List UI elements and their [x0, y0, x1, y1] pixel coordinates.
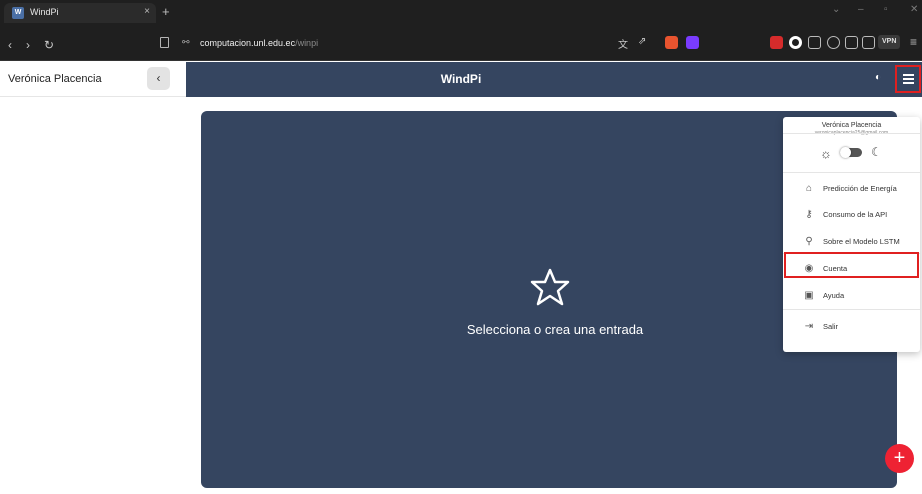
- address-bar[interactable]: ⚯ computacion.unl.edu.ec/winpi: [178, 34, 708, 54]
- menu-divider: [783, 309, 920, 310]
- moon-icon: ☾: [871, 145, 882, 159]
- address-text: computacion.unl.edu.ec/winpi: [200, 38, 318, 48]
- browser-window: W WindPi × + ⌄ – ▫ ✕ ‹ › ↻ ⚯ computacion…: [0, 0, 922, 494]
- menu-item-modelo-lstm[interactable]: ⚲ Sobre el Modelo LSTM: [783, 231, 920, 253]
- tab-search-icon[interactable]: ⌄: [832, 4, 840, 15]
- key-icon: ⚷: [805, 209, 813, 220]
- home-icon: ⌂: [805, 183, 813, 194]
- wallet-icon[interactable]: [862, 36, 875, 49]
- menu-item-ayuda[interactable]: ▣ Ayuda: [783, 285, 920, 307]
- menu-user-name: Verónica Placencia: [821, 122, 882, 129]
- logout-icon: ⇥: [804, 321, 814, 332]
- hamburger-line: [903, 78, 914, 80]
- maximize-icon[interactable]: ▫: [884, 4, 888, 15]
- menu-item-label: Consumo de la API: [823, 210, 888, 219]
- theme-switch-row: ☼ ☾: [783, 145, 920, 161]
- tab-strip: W WindPi × + ⌄ – ▫ ✕: [0, 0, 922, 23]
- site-settings-icon[interactable]: ⚯: [182, 37, 190, 48]
- app-title: WindPi: [440, 72, 482, 86]
- user-dropdown-menu: Verónica Placencia veronicaplacencia25@g…: [783, 117, 920, 352]
- bookmark-icon[interactable]: [160, 37, 169, 48]
- extension-grid-icon[interactable]: [808, 36, 821, 49]
- menu-item-label: Predicción de Energía: [823, 184, 897, 193]
- sidebar-user-name: Verónica Placencia: [8, 73, 102, 85]
- brave-rewards-icon[interactable]: [686, 36, 699, 49]
- new-tab-button[interactable]: +: [162, 4, 170, 19]
- forward-icon[interactable]: ›: [26, 38, 30, 52]
- menu-item-consumo-api[interactable]: ⚷ Consumo de la API: [783, 204, 920, 226]
- sun-icon: ☼: [820, 146, 832, 161]
- browser-menu-icon[interactable]: ≡: [910, 35, 917, 49]
- model-icon: ⚲: [805, 236, 813, 247]
- share-icon[interactable]: ⇗: [638, 36, 646, 47]
- sidebar-header: Verónica Placencia ‹: [0, 62, 186, 97]
- hamburger-menu-button[interactable]: [895, 65, 921, 93]
- tab-title: WindPi: [30, 7, 59, 17]
- add-entry-button[interactable]: +: [885, 444, 914, 473]
- reload-icon[interactable]: ↻: [44, 38, 54, 52]
- menu-item-label: Sobre el Modelo LSTM: [823, 237, 900, 246]
- browser-toolbar: ‹ › ↻ ⚯ computacion.unl.edu.ec/winpi 文 ⇗…: [0, 23, 922, 61]
- cuenta-highlight-box: [784, 252, 919, 278]
- tab-close-icon[interactable]: ×: [144, 6, 150, 17]
- menu-item-salir[interactable]: ⇥ Salir: [783, 316, 920, 338]
- app-header: WindPi ◐: [186, 62, 922, 97]
- star-icon: [530, 268, 570, 306]
- browser-tab[interactable]: W WindPi ×: [4, 3, 156, 23]
- menu-item-prediccion[interactable]: ⌂ Predicción de Energía: [783, 178, 920, 200]
- theme-toggle-icon[interactable]: ◐: [875, 72, 881, 83]
- menu-divider: [783, 172, 920, 173]
- toggle-knob: [840, 147, 851, 158]
- sidebar-toggle-icon[interactable]: [845, 36, 858, 49]
- vpn-button[interactable]: VPN: [878, 35, 901, 49]
- minimize-icon[interactable]: –: [858, 4, 864, 15]
- address-host: computacion.unl.edu.ec: [200, 38, 296, 48]
- sidebar: Verónica Placencia ‹: [0, 62, 186, 494]
- extension-m-icon[interactable]: [770, 36, 783, 49]
- address-path: /winpi: [295, 38, 319, 48]
- menu-divider: [783, 133, 920, 134]
- menu-item-label: Ayuda: [823, 291, 845, 300]
- extensions-icon[interactable]: [827, 36, 840, 49]
- close-window-icon[interactable]: ✕: [910, 4, 918, 15]
- back-icon[interactable]: ‹: [8, 38, 12, 52]
- extension-circle-icon[interactable]: [789, 36, 802, 49]
- dark-mode-toggle[interactable]: [840, 147, 862, 158]
- windpi-favicon-icon: W: [12, 7, 24, 19]
- hamburger-line: [903, 82, 914, 84]
- collapse-sidebar-button[interactable]: ‹: [147, 67, 170, 90]
- help-icon: ▣: [804, 290, 814, 301]
- hamburger-line: [903, 74, 914, 76]
- brave-shield-icon[interactable]: [665, 36, 678, 49]
- translate-icon[interactable]: 文: [618, 36, 628, 51]
- menu-item-label: Salir: [823, 322, 839, 331]
